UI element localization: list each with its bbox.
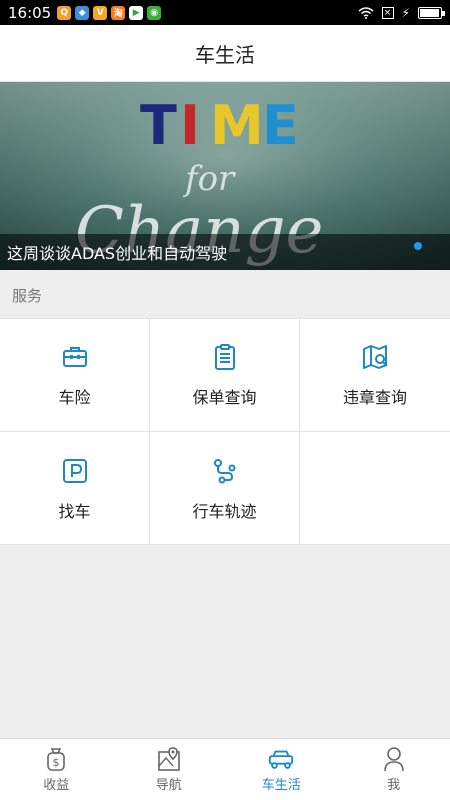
wifi-icon <box>358 6 374 19</box>
clipboard-icon <box>210 342 240 372</box>
nav-label: 我 <box>387 778 401 793</box>
service-label: 找车 <box>58 501 91 521</box>
title-bar: 车生活 <box>0 25 450 82</box>
nav-tab-car-life[interactable]: 车生活 <box>225 739 338 800</box>
service-policy-query[interactable]: 保单查询 <box>150 319 300 432</box>
parking-icon <box>60 456 90 486</box>
service-car-insurance[interactable]: 车险 <box>0 319 150 432</box>
taobao-icon: 淘 <box>111 5 126 20</box>
money-bag-icon: $ <box>42 746 70 772</box>
banner-letter-m: M <box>210 94 264 157</box>
map-search-icon <box>360 342 390 372</box>
battery-icon <box>418 6 445 19</box>
charging-icon: ⚡ <box>401 5 410 20</box>
car-icon <box>267 746 295 772</box>
service-driving-track[interactable]: 行车轨迹 <box>150 432 300 545</box>
no-sim-icon: × <box>381 6 394 19</box>
status-bar: 16:05 Q ◆ V 淘 ▶ ◉ × ⚡ <box>0 0 450 25</box>
service-label: 保单查询 <box>192 388 257 407</box>
qq-icon: Q <box>57 5 72 20</box>
map-pin-icon <box>155 746 183 772</box>
nav-tab-me[interactable]: 我 <box>338 739 450 800</box>
bottom-navigation: $ 收益 导航 车生活 我 <box>0 738 450 800</box>
service-label: 行车轨迹 <box>192 501 257 521</box>
service-label: 违章查询 <box>342 388 407 407</box>
services-grid: 车险 保单查询 违章查询 找车 行车轨迹 <box>0 318 450 545</box>
nav-label: 收益 <box>43 778 70 793</box>
nav-label: 车生活 <box>261 778 301 793</box>
v-app-icon: V <box>93 5 108 20</box>
section-title-services: 服务 <box>12 287 43 305</box>
banner-letter-e: E <box>262 94 299 157</box>
banner-caption-bar: 这周谈谈ADAS创业和自动驾驶 <box>0 234 450 270</box>
notification-icons: Q ◆ V 淘 ▶ ◉ <box>57 5 162 20</box>
nav-label: 导航 <box>155 778 182 793</box>
service-empty-cell <box>300 432 450 545</box>
status-time: 16:05 <box>8 3 52 22</box>
banner-letter-t: T <box>140 94 177 157</box>
wechat-icon: ◉ <box>147 5 162 20</box>
nav-tab-earnings[interactable]: $ 收益 <box>0 739 113 800</box>
route-icon <box>210 456 240 486</box>
carousel-indicator-dot[interactable] <box>414 242 422 250</box>
banner-carousel[interactable]: T I M E for Change 这周谈谈ADAS创业和自动驾驶 <box>0 82 450 270</box>
service-label: 车险 <box>58 388 91 407</box>
maps-icon: ◆ <box>75 5 90 20</box>
service-find-car[interactable]: 找车 <box>0 432 150 545</box>
svg-text:$: $ <box>53 756 60 769</box>
nav-tab-navigation[interactable]: 导航 <box>113 739 226 800</box>
person-icon <box>380 746 408 772</box>
banner-letter-i: I <box>180 94 200 157</box>
play-store-icon: ▶ <box>129 5 144 20</box>
banner-caption: 这周谈谈ADAS创业和自动驾驶 <box>7 244 228 263</box>
banner-word-for: for <box>182 159 236 199</box>
page-title: 车生活 <box>195 42 255 67</box>
briefcase-icon <box>60 342 90 372</box>
service-violation-query[interactable]: 违章查询 <box>300 319 450 432</box>
